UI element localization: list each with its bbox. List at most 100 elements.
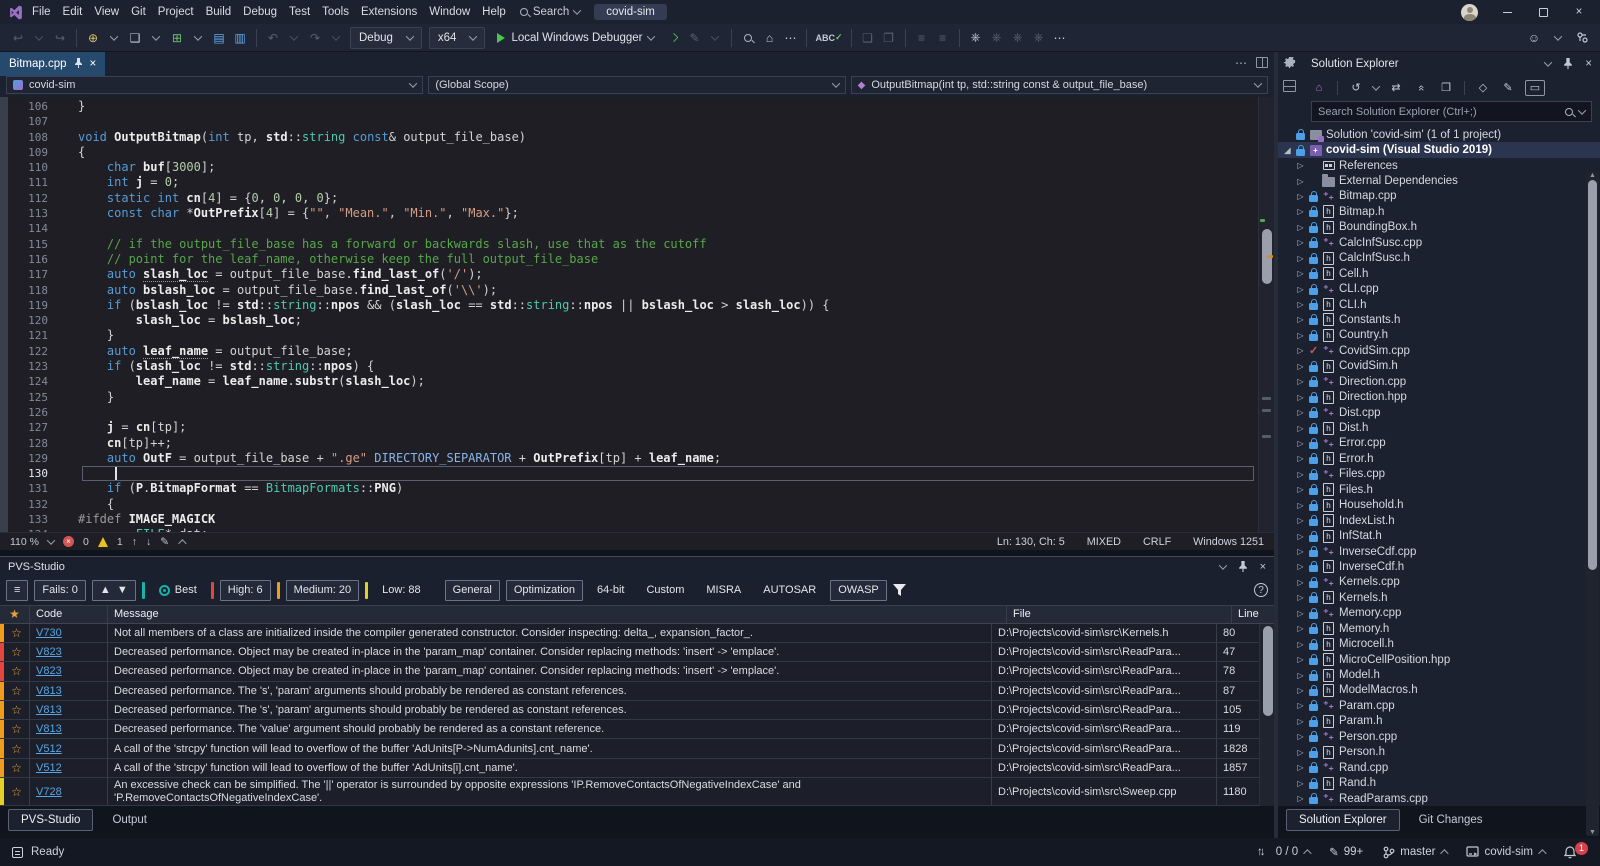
- expand-arrow-icon[interactable]: ▷: [1296, 393, 1305, 402]
- warning-code-link[interactable]: V813: [36, 704, 62, 716]
- expand-arrow-icon[interactable]: ▷: [1296, 161, 1305, 170]
- tree-item-calcinfsusc-h[interactable]: ▷hCalcInfSusc.h: [1278, 251, 1600, 266]
- switch-views-icon[interactable]: ⌂: [1311, 80, 1327, 96]
- line-ending-crlf[interactable]: CRLF: [1143, 536, 1171, 548]
- scrollbar-thumb[interactable]: [1588, 180, 1597, 570]
- folding-margin[interactable]: [48, 466, 78, 481]
- undo-chevron[interactable]: [284, 27, 304, 49]
- folding-margin[interactable]: [48, 114, 78, 129]
- minimize-button[interactable]: [1490, 1, 1524, 23]
- properties-icon[interactable]: ❐: [1438, 80, 1454, 96]
- project-badge[interactable]: covid-sim: [594, 4, 667, 20]
- tree-item-param-h[interactable]: ▷hParam.h: [1278, 714, 1600, 729]
- comment-button[interactable]: ❏: [858, 27, 878, 49]
- tree-item-solution-covid-sim-1-of-1-project-[interactable]: Solution 'covid-sim' (1 of 1 project): [1278, 127, 1600, 142]
- code-line[interactable]: 116 // point for the leaf_name, otherwis…: [8, 252, 1258, 267]
- gear-icon[interactable]: [1283, 57, 1296, 73]
- tree-item-inversecdf-h[interactable]: ▷hInverseCdf.h: [1278, 559, 1600, 574]
- expand-arrow-icon[interactable]: ▷: [1296, 331, 1305, 340]
- tree-item-memory-cpp[interactable]: ▷⁺₊Memory.cpp: [1278, 606, 1600, 621]
- navigate-back-button[interactable]: ↩: [8, 27, 28, 49]
- new-project-chevron[interactable]: [104, 27, 124, 49]
- expand-arrow-icon[interactable]: ▷: [1296, 238, 1305, 247]
- filter-funnel-icon[interactable]: [893, 584, 906, 597]
- next-issue-button[interactable]: ↓: [146, 536, 151, 548]
- expand-arrow-icon[interactable]: ▷: [1296, 516, 1305, 525]
- pvs-menu-button[interactable]: ≡: [6, 580, 28, 601]
- uncomment-button[interactable]: ❐: [879, 27, 899, 49]
- pvs-level-button-2[interactable]: Medium: 20: [286, 580, 359, 601]
- next-bookmark-button[interactable]: ⎈: [1008, 27, 1028, 49]
- code-line[interactable]: 119 if (bslash_loc != std::string::npos …: [8, 298, 1258, 313]
- expand-arrow-icon[interactable]: ▷: [1296, 424, 1305, 433]
- maximize-button[interactable]: [1526, 1, 1560, 23]
- tree-item-direction-hpp[interactable]: ▷hDirection.hpp: [1278, 389, 1600, 404]
- code-line[interactable]: 124 leaf_name = leaf_name.substr(slash_l…: [8, 374, 1258, 389]
- code-line[interactable]: 122 auto leaf_name = output_file_base;: [8, 344, 1258, 359]
- increase-indent-button[interactable]: ≡: [933, 27, 953, 49]
- send-feedback-button[interactable]: ☺: [1524, 27, 1544, 49]
- sync-with-active-document-icon[interactable]: ⇄: [1388, 80, 1404, 96]
- start-debugging-button[interactable]: Local Windows Debugger: [489, 27, 662, 49]
- code-cleanup-button[interactable]: ✎: [160, 536, 169, 548]
- tree-item-boundingbox-h[interactable]: ▷hBoundingBox.h: [1278, 220, 1600, 235]
- code-line[interactable]: 123 if (slash_loc != std::string::npos) …: [8, 359, 1258, 374]
- notifications-button[interactable]: 1: [1564, 846, 1588, 859]
- tab-bitmap-cpp[interactable]: Bitmap.cpp ×: [0, 52, 105, 76]
- code-line[interactable]: 133#ifdef IMAGE_MAGICK: [8, 512, 1258, 527]
- expand-arrow-icon[interactable]: ▷: [1296, 578, 1305, 587]
- menu-item-edit[interactable]: Edit: [57, 3, 89, 21]
- redo-button[interactable]: ↷: [305, 27, 325, 49]
- filter-chevron-icon[interactable]: [1372, 82, 1380, 90]
- folding-margin[interactable]: [48, 160, 78, 175]
- expand-arrow-icon[interactable]: ▷: [1296, 315, 1305, 324]
- favorite-star[interactable]: ☆: [4, 662, 30, 680]
- pvs-level-button-3[interactable]: Low: 88: [374, 580, 429, 601]
- open-file-button[interactable]: ❑: [125, 27, 145, 49]
- expand-arrow-icon[interactable]: ▷: [1296, 501, 1305, 510]
- git-branch-status[interactable]: master: [1383, 846, 1446, 859]
- search-control[interactable]: Search: [512, 4, 588, 20]
- code-column-header[interactable]: Code: [30, 606, 108, 623]
- pending-changes-filter-icon[interactable]: ↺: [1348, 80, 1364, 96]
- tree-item-covid-sim-visual-studio-2019-[interactable]: ◢+covid-sim (Visual Studio 2019): [1278, 142, 1600, 157]
- expand-arrow-icon[interactable]: ▷: [1296, 640, 1305, 649]
- live-share-button[interactable]: ⌂: [759, 27, 779, 49]
- tree-item-bitmap-h[interactable]: ▷hBitmap.h: [1278, 204, 1600, 219]
- pin-icon[interactable]: [1563, 58, 1573, 69]
- wrench-icon[interactable]: ✎: [1500, 80, 1516, 96]
- expand-arrow-icon[interactable]: ▷: [1296, 439, 1305, 448]
- tree-item-bitmap-cpp[interactable]: ▷⁺₊Bitmap.cpp: [1278, 189, 1600, 204]
- code-line[interactable]: 112 static int cn[4] = {0, 0, 0, 0};: [8, 191, 1258, 206]
- expand-arrow-icon[interactable]: ▷: [1296, 686, 1305, 695]
- expand-arrow-icon[interactable]: ▷: [1296, 223, 1305, 232]
- expand-arrow-icon[interactable]: ▷: [1296, 485, 1305, 494]
- window-position-chevron-icon[interactable]: [1544, 58, 1552, 66]
- warning-row[interactable]: ☆V730Not all members of a class are init…: [0, 624, 1259, 643]
- code-line[interactable]: 109{: [8, 145, 1258, 160]
- tree-item-error-h[interactable]: ▷hError.h: [1278, 451, 1600, 466]
- tab-pvs-studio[interactable]: PVS-Studio: [8, 809, 93, 831]
- warning-row[interactable]: ☆V813Decreased performance. The 's', 'pa…: [0, 682, 1259, 701]
- code-line[interactable]: 118 auto bslash_loc = output_file_base.f…: [8, 283, 1258, 298]
- folding-margin[interactable]: [48, 175, 78, 190]
- start-without-debugging-button[interactable]: [663, 27, 683, 49]
- tree-item-country-h[interactable]: ▷hCountry.h: [1278, 328, 1600, 343]
- code-line[interactable]: 113 const char *OutPrefix[4] = {"", "Mea…: [8, 206, 1258, 221]
- tree-item-cell-h[interactable]: ▷hCell.h: [1278, 266, 1600, 281]
- menu-item-file[interactable]: File: [26, 3, 57, 21]
- code-line[interactable]: 130: [8, 466, 1258, 481]
- tree-item-kernels-h[interactable]: ▷hKernels.h: [1278, 590, 1600, 605]
- folding-margin[interactable]: [48, 420, 78, 435]
- folding-margin[interactable]: [48, 344, 78, 359]
- tree-item-infstat-h[interactable]: ▷hInfStat.h: [1278, 528, 1600, 543]
- expand-arrow-icon[interactable]: ▷: [1296, 794, 1305, 803]
- spell-check-button[interactable]: ABC✓: [813, 27, 844, 49]
- warning-row[interactable]: ☆V823Decreased performance. Object may b…: [0, 643, 1259, 662]
- pvs-category-optimization[interactable]: Optimization: [506, 580, 583, 601]
- pvs-category-custom[interactable]: Custom: [638, 580, 692, 601]
- expand-arrow-icon[interactable]: ▷: [1296, 408, 1305, 417]
- folding-margin[interactable]: [48, 527, 78, 532]
- tree-item-param-cpp[interactable]: ▷⁺₊Param.cpp: [1278, 698, 1600, 713]
- code-line[interactable]: 110 char buf[3000];: [8, 160, 1258, 175]
